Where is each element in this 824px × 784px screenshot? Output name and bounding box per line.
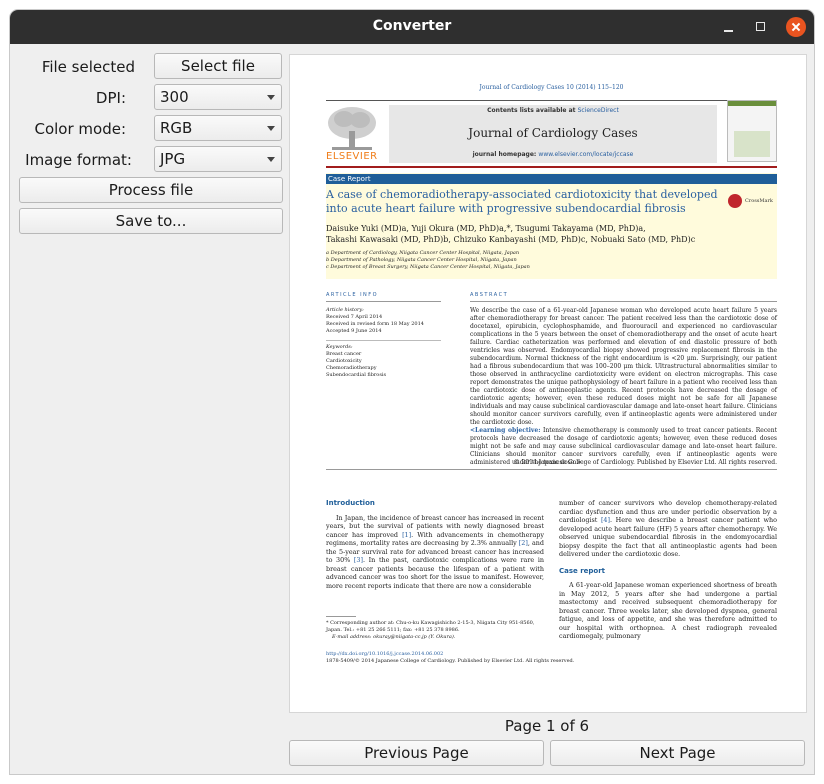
select-file-button[interactable]: Select file [154, 53, 282, 79]
info-divider [326, 335, 441, 341]
file-selected-label: File selected [41, 58, 135, 76]
save-to-button[interactable]: Save to... [19, 208, 283, 234]
title-bar[interactable]: Converter [10, 10, 814, 44]
keyword: Chemoradiotherapy [326, 365, 377, 371]
close-icon[interactable] [786, 17, 806, 37]
header-divider [326, 166, 777, 168]
process-file-button[interactable]: Process file [19, 177, 283, 203]
affiliation-c: c Department of Breast Surgery, Niigata … [326, 264, 530, 270]
keyword: Subendocardial fibrosis [326, 372, 387, 378]
app-window: Converter File selected Select file DPI:… [10, 10, 814, 774]
journal-homepage: journal homepage: www.elsevier.com/locat… [389, 151, 717, 158]
issn-line: 1878-5409/© 2014 Japanese College of Car… [326, 658, 575, 664]
doi-link[interactable]: http://dx.doi.org/10.1016/j.jccase.2014.… [326, 651, 777, 658]
image-format-label: Image format: [25, 151, 132, 169]
affiliation-a: a Department of Cardiology, Niigata Canc… [326, 250, 520, 256]
footnotes: * Corresponding author at: Chu-o-ku Kawa… [326, 620, 546, 641]
header-rule [326, 100, 777, 101]
homepage-prefix: journal homepage: [472, 151, 539, 158]
maximize-icon[interactable] [751, 17, 771, 37]
crossmark-label: CrossMark [745, 198, 773, 204]
color-mode-value: RGB [160, 119, 193, 137]
revised-date: Received in revised form 18 May 2014 [326, 321, 424, 327]
chevron-down-icon [267, 157, 275, 162]
window-title: Converter [372, 18, 452, 34]
article-title: A case of chemoradiotherapy-associated c… [326, 188, 718, 215]
reference-link[interactable]: [2] [519, 539, 528, 547]
reference-link[interactable]: [1] [402, 531, 411, 539]
column-right: number of cancer survivors who develop c… [559, 499, 777, 641]
abstract-text: We describe the case of a 61-year-old Ja… [470, 307, 777, 426]
case-report-heading: Case report [559, 566, 606, 575]
doi-block: http://dx.doi.org/10.1016/j.jccase.2014.… [326, 651, 777, 665]
publisher-name: ELSEVIER [326, 151, 378, 162]
dpi-select[interactable]: 300 [154, 84, 282, 110]
homepage-link[interactable]: www.elsevier.com/locate/jccase [538, 151, 633, 158]
chevron-down-icon [267, 126, 275, 131]
page-indicator: Page 1 of 6 [504, 717, 590, 735]
sciencedirect-link[interactable]: ScienceDirect [578, 107, 619, 114]
learning-objective-label: <Learning objective: [470, 427, 541, 434]
page-preview[interactable]: Journal of Cardiology Cases 10 (2014) 11… [289, 54, 807, 713]
chevron-down-icon [267, 95, 275, 100]
affiliations: a Department of Cardiology, Niigata Canc… [326, 250, 726, 271]
minimize-icon[interactable] [719, 17, 739, 37]
tree-icon [328, 107, 376, 150]
previous-page-button[interactable]: Previous Page [289, 740, 544, 766]
contents-line: Contents lists available at ScienceDirec… [389, 107, 717, 114]
journal-name: Journal of Cardiology Cases [468, 126, 638, 140]
crossmark-icon[interactable] [728, 194, 742, 208]
keywords-heading: Keywords: [326, 344, 353, 350]
color-mode-label: Color mode: [34, 120, 126, 138]
introduction-heading: Introduction [326, 499, 375, 507]
image-format-value: JPG [160, 150, 186, 168]
history-heading: Article history: [326, 307, 364, 313]
case-report-paragraph: A 61-year-old Japanese woman experienced… [559, 581, 777, 640]
column-left: Introduction In Japan, the incidence of … [326, 499, 544, 590]
introduction-paragraph: In Japan, the incidence of breast cancer… [326, 514, 544, 591]
dpi-label: DPI: [95, 89, 126, 107]
reference-link[interactable]: [3] [354, 556, 363, 564]
authors: Daisuke Yuki (MD)a, Yuji Okura (MD, PhD)… [326, 223, 726, 245]
info-rule [326, 301, 441, 302]
next-page-button[interactable]: Next Page [550, 740, 805, 766]
accepted-date: Accepted 9 June 2014 [326, 328, 382, 334]
abstract-copyright: © 2014 Japanese College of Cardiology. P… [513, 459, 777, 466]
received-date: Received 7 April 2014 [326, 314, 383, 320]
journal-citation: Journal of Cardiology Cases 10 (2014) 11… [479, 84, 624, 91]
corresponding-author: * Corresponding author at: Chu-o-ku Kawa… [326, 620, 535, 633]
abstract-rule [470, 301, 777, 302]
section-banner: Case Report [326, 174, 777, 184]
article-info: Article history: Received 7 April 2014 R… [326, 307, 441, 379]
abstract-heading: ABSTRACT [470, 292, 509, 298]
keyword: Breast cancer [326, 351, 362, 357]
image-format-select[interactable]: JPG [154, 146, 282, 172]
color-mode-select[interactable]: RGB [154, 115, 282, 141]
elsevier-logo: ELSEVIER [326, 105, 378, 162]
reference-link[interactable]: [4] [601, 516, 610, 524]
journal-cover-thumbnail [727, 100, 777, 162]
authors-line-1: Daisuke Yuki (MD)a, Yuji Okura (MD, PhD)… [326, 224, 646, 233]
abstract-body: We describe the case of a 61-year-old Ja… [470, 307, 777, 467]
dpi-value: 300 [160, 88, 189, 106]
right-paragraph: number of cancer survivors who develop c… [559, 499, 777, 559]
article-info-heading: ARTICLE INFO [326, 292, 379, 298]
authors-line-2: Takashi Kawasaki (MD, PhD)b, Chizuko Kan… [326, 235, 696, 244]
affiliation-b: b Department of Pathology, Niigata Cance… [326, 257, 517, 263]
journal-masthead: Contents lists available at ScienceDirec… [389, 105, 717, 163]
email-address: E-mail address: okuray@niigata-cc.jp (Y.… [332, 634, 456, 640]
keyword: Cardiotoxicity [326, 358, 362, 364]
abstract-bottom-rule [326, 469, 777, 470]
contents-prefix: Contents lists available at [487, 107, 578, 114]
footnote-rule [326, 616, 356, 617]
